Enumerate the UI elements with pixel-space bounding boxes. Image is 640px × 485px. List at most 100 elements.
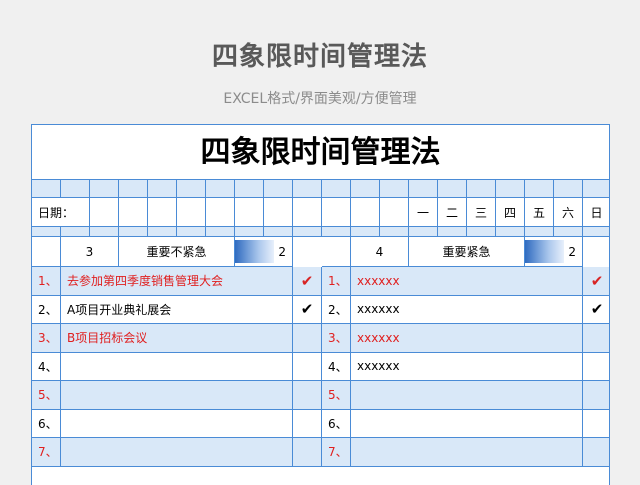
grid-cell bbox=[32, 180, 61, 198]
task-check-cell[interactable] bbox=[583, 438, 609, 467]
task-text: xxxxxx bbox=[357, 330, 400, 345]
quadrant-label: 重要紧急 bbox=[409, 237, 525, 267]
task-index-text: 4、 bbox=[38, 359, 58, 374]
grid-cell bbox=[351, 227, 380, 237]
task-check-cell[interactable]: ✔ bbox=[583, 267, 609, 296]
grid-cell bbox=[235, 227, 264, 237]
weekday-cell[interactable]: 三 bbox=[467, 198, 496, 227]
progress-bar bbox=[235, 240, 274, 263]
task-check-cell[interactable] bbox=[583, 409, 609, 438]
date-input-cell[interactable] bbox=[90, 198, 119, 227]
checkmark-icon: ✔ bbox=[300, 300, 314, 319]
task-index-text: 4、 bbox=[328, 359, 348, 374]
task-index: 4、 bbox=[322, 352, 351, 381]
grid-cell bbox=[467, 227, 496, 237]
task-check-cell[interactable] bbox=[293, 409, 322, 438]
grid-cell bbox=[496, 227, 525, 237]
task-text-cell[interactable]: A项目开业典礼展会 bbox=[61, 295, 293, 324]
task-check-cell[interactable] bbox=[583, 324, 609, 353]
task-text-cell[interactable]: xxxxxx bbox=[351, 295, 583, 324]
date-input-cell[interactable] bbox=[351, 198, 380, 227]
checkmark-icon: ✔ bbox=[590, 271, 604, 290]
task-row: 5、 5、 bbox=[32, 381, 609, 410]
task-text-cell[interactable]: xxxxxx bbox=[351, 267, 583, 296]
task-index-text: 3、 bbox=[38, 331, 58, 346]
date-label-text: 日期： bbox=[38, 205, 75, 220]
task-check-cell[interactable]: ✔ bbox=[293, 267, 322, 296]
task-text-cell[interactable] bbox=[61, 381, 293, 410]
task-index-text: 3、 bbox=[328, 331, 348, 346]
date-input-cell[interactable] bbox=[148, 198, 177, 227]
quadrant-progress: 2 bbox=[525, 237, 583, 267]
task-check-cell[interactable] bbox=[583, 352, 609, 381]
task-text-cell[interactable] bbox=[61, 352, 293, 381]
task-text-cell[interactable] bbox=[351, 438, 583, 467]
grid-cell bbox=[90, 180, 119, 198]
date-input-cell[interactable] bbox=[264, 198, 293, 227]
progress-bar bbox=[525, 240, 564, 263]
task-check-cell[interactable] bbox=[293, 352, 322, 381]
weekday-cell[interactable]: 二 bbox=[438, 198, 467, 227]
weekday-cell[interactable]: 四 bbox=[496, 198, 525, 227]
date-input-cell[interactable] bbox=[206, 198, 235, 227]
task-row: 2、 A项目开业典礼展会 ✔ 2、 xxxxxx ✔ bbox=[32, 295, 609, 324]
task-text-cell[interactable]: xxxxxx bbox=[351, 352, 583, 381]
weekday-cell[interactable]: 日 bbox=[583, 198, 609, 227]
task-text: xxxxxx bbox=[357, 273, 400, 288]
quadrant-header-row: 3 重要不紧急 2 4 重要紧急 2 bbox=[32, 237, 609, 267]
weekday-label: 日 bbox=[590, 205, 603, 220]
grid-cell bbox=[177, 227, 206, 237]
grid-cell bbox=[148, 227, 177, 237]
date-input-cell[interactable] bbox=[177, 198, 206, 227]
task-check-cell[interactable]: ✔ bbox=[293, 295, 322, 324]
task-text-cell[interactable] bbox=[351, 409, 583, 438]
date-input-cell[interactable] bbox=[380, 198, 409, 227]
grid-cell bbox=[119, 180, 148, 198]
date-input-cell[interactable] bbox=[293, 198, 322, 227]
task-text-cell[interactable]: 去参加第四季度销售管理大会 bbox=[61, 267, 293, 296]
progress-value: 2 bbox=[278, 244, 286, 259]
task-index: 7、 bbox=[32, 438, 61, 467]
grid-cell bbox=[177, 180, 206, 198]
task-index-text: 6、 bbox=[328, 416, 348, 431]
weekday-cell[interactable]: 六 bbox=[554, 198, 583, 227]
task-text-cell[interactable] bbox=[61, 438, 293, 467]
weekday-label: 三 bbox=[474, 205, 487, 220]
grid-cell bbox=[496, 180, 525, 198]
task-text-cell[interactable] bbox=[61, 409, 293, 438]
task-check-cell[interactable]: ✔ bbox=[583, 295, 609, 324]
grid-cell bbox=[525, 180, 554, 198]
grid-cell bbox=[264, 227, 293, 237]
task-text-cell[interactable] bbox=[351, 381, 583, 410]
task-check-cell[interactable] bbox=[583, 381, 609, 410]
empty-grid-row bbox=[32, 227, 609, 237]
task-check-cell[interactable] bbox=[293, 324, 322, 353]
task-check-cell[interactable] bbox=[293, 381, 322, 410]
weekday-cell[interactable]: 一 bbox=[409, 198, 438, 227]
task-index-text: 2、 bbox=[38, 302, 58, 317]
grid-cell bbox=[438, 227, 467, 237]
task-index-text: 5、 bbox=[328, 388, 348, 403]
date-input-cell[interactable] bbox=[235, 198, 264, 227]
weekday-label: 六 bbox=[561, 205, 574, 220]
date-label: 日期： bbox=[32, 198, 90, 227]
task-index-text: 1、 bbox=[328, 274, 348, 289]
task-index: 4、 bbox=[32, 352, 61, 381]
task-text: B项目招标会议 bbox=[67, 331, 148, 346]
grid-cell bbox=[61, 227, 90, 237]
task-text: 去参加第四季度销售管理大会 bbox=[67, 274, 224, 289]
task-index: 3、 bbox=[322, 324, 351, 353]
weekday-cell[interactable]: 五 bbox=[525, 198, 554, 227]
progress-value: 2 bbox=[568, 244, 576, 259]
date-input-cell[interactable] bbox=[322, 198, 351, 227]
task-index: 2、 bbox=[32, 295, 61, 324]
grid-cell bbox=[467, 180, 496, 198]
task-index-text: 1、 bbox=[38, 274, 58, 289]
grid-cell bbox=[206, 180, 235, 198]
date-row: 日期： 一 二 三 四 五 六 日 bbox=[32, 198, 609, 227]
grid-cell bbox=[409, 227, 438, 237]
date-input-cell[interactable] bbox=[119, 198, 148, 227]
task-text-cell[interactable]: xxxxxx bbox=[351, 324, 583, 353]
task-text-cell[interactable]: B项目招标会议 bbox=[61, 324, 293, 353]
task-check-cell[interactable] bbox=[293, 438, 322, 467]
